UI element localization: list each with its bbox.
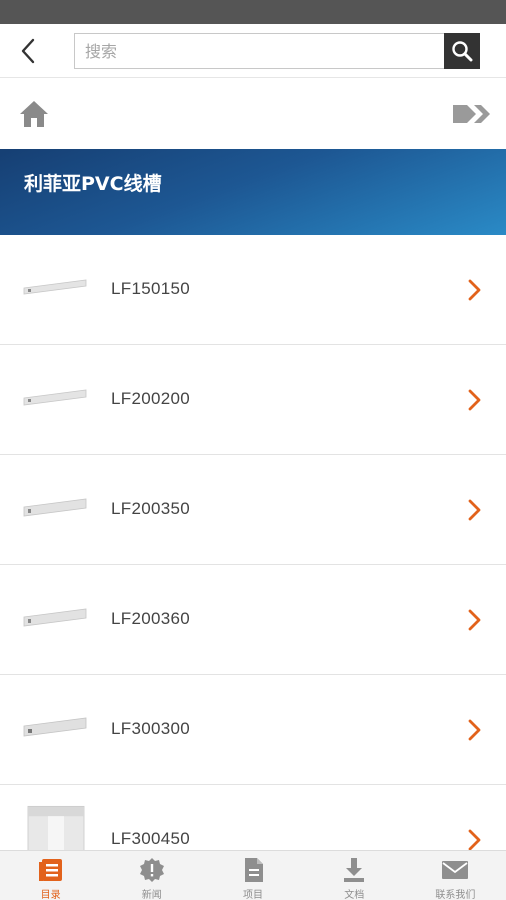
product-thumbnail [23,389,87,406]
news-icon [139,858,164,882]
product-thumbnail [23,717,87,737]
tab-contact[interactable]: 联系我们 [405,851,506,900]
chevron-right-icon [468,499,481,521]
double-chevron-right-icon [453,105,490,123]
list-item[interactable]: LF300300 [0,675,506,785]
search-input[interactable] [75,34,446,68]
product-list: LF150150 LF200200 LF200350 LF200360 LF30… [0,235,506,850]
chevron-right-icon [468,389,481,411]
search-bar [0,24,506,78]
tab-label: 项目 [243,890,263,900]
catalog-icon [38,859,62,881]
search-button[interactable] [444,33,480,69]
list-item[interactable]: LF200350 [0,455,506,565]
home-icon [20,101,48,127]
category-banner: 利菲亚PVC线槽 [0,149,506,235]
back-button[interactable] [14,36,44,66]
list-item[interactable]: LF150150 [0,235,506,345]
search-icon [452,41,473,62]
tab-projects[interactable]: 项目 [202,851,303,900]
product-name: LF200350 [111,499,190,518]
home-button[interactable] [18,99,50,129]
bottom-tab-bar: 目录 新闻 项目 文档 联系我们 [0,850,506,900]
product-name: LF150150 [111,279,190,298]
product-name: LF200360 [111,609,190,628]
product-thumbnail [27,805,85,850]
product-thumbnail [23,608,87,627]
tab-news[interactable]: 新闻 [101,851,202,900]
chevron-left-icon [21,38,35,64]
product-name: LF300450 [111,829,190,848]
tab-label: 新闻 [141,890,162,900]
tab-catalog[interactable]: 目录 [0,851,101,900]
list-item[interactable]: LF200200 [0,345,506,455]
search-box [74,33,446,69]
product-name: LF300300 [111,719,190,738]
list-item[interactable]: LF300450 [0,785,506,850]
tab-documents[interactable]: 文档 [304,851,405,900]
download-icon [344,858,365,882]
category-title: 利菲亚PVC线槽 [24,173,162,195]
status-bar [0,0,506,24]
project-icon [245,858,263,882]
chevron-right-icon [468,829,481,850]
tab-label: 目录 [40,890,61,900]
chevron-right-icon [468,279,481,301]
mail-icon [442,861,469,879]
tab-label: 文档 [344,890,365,900]
product-thumbnail [23,498,87,517]
tab-label: 联系我们 [435,890,476,900]
product-name: LF200200 [111,389,190,408]
product-thumbnail [23,279,87,295]
chevron-right-icon [468,609,481,631]
list-item[interactable]: LF200360 [0,565,506,675]
forward-button[interactable] [453,103,491,125]
nav-bar [0,79,506,149]
chevron-right-icon [468,719,481,741]
